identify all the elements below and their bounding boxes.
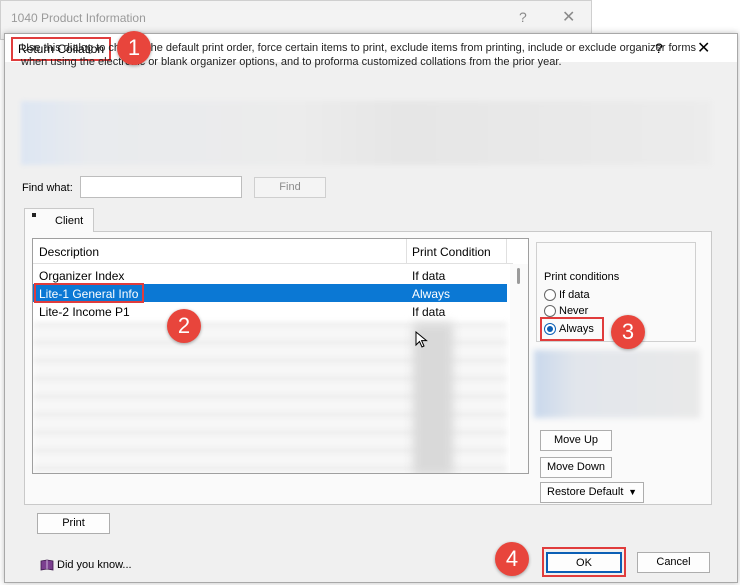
step-badge-3: 3 <box>611 315 645 349</box>
list-header: Description Print Condition <box>33 239 513 264</box>
move-up-button[interactable]: Move Up <box>540 430 612 451</box>
list-item[interactable]: Organizer Index If data <box>33 266 507 284</box>
find-button-label: Find <box>279 181 301 193</box>
item-description: Lite-2 Income P1 <box>39 305 130 319</box>
radio-if-data[interactable]: If data <box>544 289 590 303</box>
ok-button[interactable]: OK <box>546 552 622 573</box>
cancel-button[interactable]: Cancel <box>637 552 710 573</box>
radio-label: Never <box>559 305 589 318</box>
background-help-icon[interactable]: ? <box>519 9 527 25</box>
tab-client-label: Client <box>55 215 84 227</box>
column-divider <box>506 239 507 264</box>
chevron-down-icon: ▼ <box>628 487 637 497</box>
step-badge-4: 4 <box>495 542 529 576</box>
item-description: Organizer Index <box>39 269 125 283</box>
item-condition: If data <box>412 269 446 283</box>
radio-circle-icon[interactable] <box>544 305 556 318</box>
highlight-box <box>34 283 144 303</box>
column-header-print-condition[interactable]: Print Condition <box>412 245 491 259</box>
blurred-preview <box>534 350 700 418</box>
find-input[interactable] <box>80 176 242 198</box>
background-close-icon[interactable]: ✕ <box>562 7 575 27</box>
radio-circle-icon[interactable] <box>544 289 556 302</box>
step-badge-1: 1 <box>117 31 151 65</box>
tab-marker-icon <box>32 213 36 217</box>
print-button[interactable]: Print <box>37 513 110 534</box>
restore-default-dropdown[interactable]: Restore Default ▼ <box>540 482 644 503</box>
collation-list[interactable]: Description Print Condition Organizer In… <box>32 238 529 474</box>
item-condition: Always <box>412 287 451 301</box>
background-window-title: 1040 Product Information <box>11 11 146 25</box>
print-conditions-title: Print conditions <box>542 271 622 283</box>
column-divider <box>406 239 407 264</box>
move-down-button[interactable]: Move Down <box>540 457 612 478</box>
book-icon <box>40 559 54 571</box>
list-item[interactable]: Lite-2 Income P1 If data <box>33 302 507 320</box>
highlight-box <box>540 317 604 341</box>
radio-label: If data <box>559 289 590 302</box>
find-button[interactable]: Find <box>254 177 326 198</box>
did-you-know-label: Did you know... <box>57 559 132 571</box>
mouse-cursor-icon <box>415 331 428 348</box>
find-label: Find what: <box>22 182 73 194</box>
did-you-know-link[interactable]: Did you know... <box>40 559 132 571</box>
step-badge-2: 2 <box>167 309 201 343</box>
column-header-description[interactable]: Description <box>39 245 99 259</box>
vertical-scrollbar[interactable] <box>510 264 528 473</box>
scrollbar-thumb[interactable] <box>517 268 520 284</box>
blurred-banner <box>21 101 711 165</box>
restore-default-label: Restore Default <box>547 486 624 498</box>
tab-client[interactable]: Client <box>24 208 94 232</box>
item-condition: If data <box>412 305 446 319</box>
list-item-selected[interactable]: Lite-1 General Info Always <box>33 283 507 303</box>
